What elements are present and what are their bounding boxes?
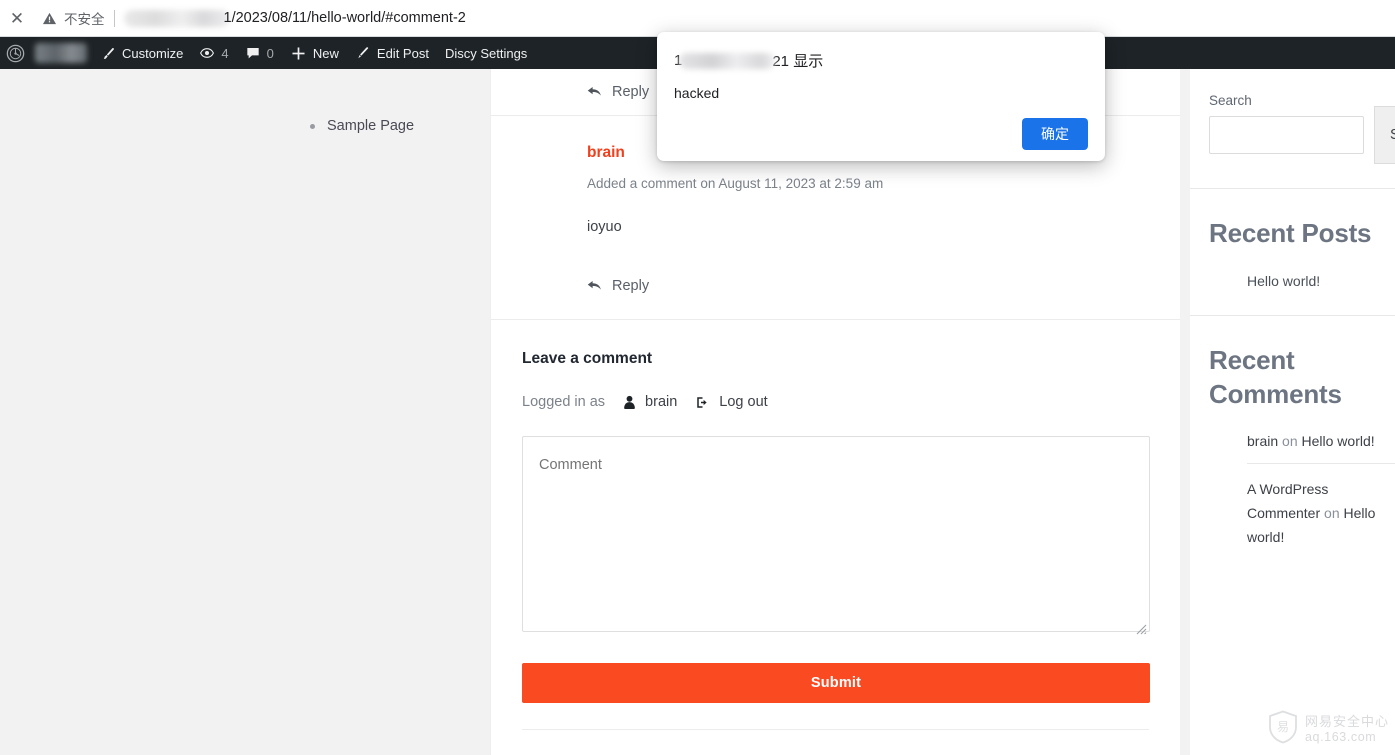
logout-icon — [695, 395, 710, 410]
admin-bar-label-edit-post: Edit Post — [376, 45, 429, 61]
post-footer-divider — [522, 729, 1149, 755]
dialog-ok-button[interactable]: 确定 — [1022, 118, 1088, 150]
admin-bar-label-customize: Customize — [122, 45, 184, 61]
bullet-icon — [310, 123, 315, 129]
recent-comments-title: Recent Comments — [1209, 344, 1342, 409]
recent-comment-author[interactable]: brain — [1247, 433, 1278, 449]
column-gap — [1180, 69, 1190, 755]
admin-bar-label-new: New — [312, 45, 339, 61]
admin-bar-item-new[interactable]: New — [282, 37, 347, 69]
watermark-text: 网易安全中心 aq.163.com — [1305, 714, 1389, 746]
user-avatar-icon — [623, 395, 636, 410]
close-icon[interactable]: ✕ — [0, 0, 34, 37]
main-content: Reply brain Added a comment on August 11… — [490, 69, 1180, 755]
admin-bar-site-name[interactable] — [29, 37, 93, 69]
submit-comment-button[interactable]: Submit — [522, 663, 1150, 703]
admin-bar-count-comments: 0 — [266, 45, 274, 61]
search-button[interactable]: Search — [1374, 106, 1395, 164]
search-row: Search — [1209, 106, 1395, 164]
search-input[interactable] — [1209, 116, 1364, 154]
left-nav-item-sample-page[interactable]: Sample Page — [310, 115, 490, 137]
url-field[interactable]: 1/2023/08/11/hello-world/#comment-2 — [123, 9, 466, 27]
left-nav-link-sample-page[interactable]: Sample Page — [327, 118, 414, 134]
leave-comment-section: Leave a comment Logged in as brain Log o… — [491, 319, 1180, 755]
watermark-en: aq.163.com — [1304, 729, 1377, 744]
dialog-title: 1 21 显示 — [674, 50, 1088, 71]
pencil-icon — [355, 45, 371, 61]
widget-recent-posts: Recent Posts Hello world! — [1190, 217, 1395, 289]
recent-comment-on: on — [1282, 433, 1298, 450]
netease-security-watermark: 易 网易安全中心 aq.163.com — [1268, 710, 1389, 749]
admin-bar-item-updates[interactable]: 4 — [191, 37, 236, 69]
widget-recent-comments: Recent Comments brain on Hello world! A … — [1190, 344, 1395, 564]
widget-divider-1 — [1190, 188, 1395, 189]
dialog-button-row: 确定 — [1022, 118, 1088, 150]
widget-search: Search Search — [1190, 69, 1395, 164]
admin-bar-item-discy-settings[interactable]: Discy Settings — [437, 37, 535, 69]
recent-comment-post[interactable]: Hello world! — [1302, 433, 1375, 449]
admin-bar-item-comments[interactable]: 0 — [237, 37, 282, 69]
comment-meta: Added a comment on August 11, 2023 at 2:… — [587, 176, 884, 191]
comment-text: ioyuo — [587, 219, 622, 235]
right-sidebar: Search Search Recent Posts Hello world! … — [1190, 69, 1395, 755]
reply-arrow-icon — [587, 279, 602, 294]
recent-post-link[interactable]: Hello world! — [1247, 273, 1395, 289]
left-nav-list: Sample Page — [310, 115, 490, 137]
recent-posts-title: Recent Posts — [1209, 218, 1372, 248]
page-body: Sample Page Reply brain Added a comment … — [0, 69, 1395, 755]
comment-textarea-wrapper — [522, 436, 1150, 637]
leave-comment-title: Leave a comment — [522, 350, 653, 367]
url-text: 1/2023/08/11/hello-world/#comment-2 — [223, 10, 466, 26]
wordpress-logo-icon[interactable] — [0, 37, 29, 69]
comment-textarea[interactable] — [522, 436, 1150, 632]
svg-text:易: 易 — [1277, 720, 1289, 734]
recent-comment-on: on — [1324, 505, 1340, 522]
list-item: A WordPress Commenter on Hello world! — [1247, 463, 1395, 563]
javascript-alert-dialog: 1 21 显示 hacked 确定 — [657, 32, 1105, 161]
security-status[interactable]: 不安全 — [42, 8, 105, 28]
dialog-host-redaction-blur — [679, 52, 776, 69]
admin-bar-item-edit-post[interactable]: Edit Post — [347, 37, 437, 69]
reply-action-comment[interactable]: Reply — [587, 263, 1150, 309]
recent-comments-list: brain on Hello world! A WordPress Commen… — [1247, 433, 1395, 563]
search-label: Search — [1209, 93, 1252, 108]
admin-bar-count-updates: 4 — [221, 45, 229, 61]
comment-bubble-icon — [245, 45, 261, 61]
plus-icon — [290, 45, 307, 62]
admin-bar-label-discy-settings: Discy Settings — [444, 45, 528, 61]
recent-posts-body: Hello world! — [1190, 273, 1395, 289]
url-redaction-blur — [123, 9, 230, 27]
list-item: brain on Hello world! — [1247, 433, 1395, 463]
reply-label-comment[interactable]: Reply — [612, 278, 649, 294]
security-label: 不安全 — [64, 12, 105, 27]
shield-yi-icon: 易 — [1268, 710, 1298, 749]
dialog-host-suffix: 21 显示 — [772, 53, 824, 70]
reply-label-top[interactable]: Reply — [612, 84, 649, 100]
paintbrush-icon — [101, 46, 116, 61]
site-name-redaction-blur — [35, 43, 87, 63]
recent-comments-body: brain on Hello world! A WordPress Commen… — [1190, 433, 1395, 563]
logged-in-as-label: Logged in as — [522, 394, 606, 410]
logged-in-row: Logged in as brain Log out — [522, 394, 1149, 410]
reply-arrow-icon — [587, 85, 602, 100]
dialog-message: hacked — [674, 85, 720, 101]
updates-icon — [199, 45, 215, 61]
url-divider — [113, 9, 115, 27]
widget-divider-2 — [1190, 314, 1395, 316]
logged-in-username[interactable]: brain — [645, 394, 677, 410]
left-sidebar: Sample Page — [0, 69, 490, 755]
watermark-cn: 网易安全中心 — [1304, 713, 1389, 729]
logout-link[interactable]: Log out — [719, 394, 767, 410]
recent-comment-author[interactable]: A WordPress Commenter — [1247, 481, 1328, 521]
warning-triangle-icon — [42, 11, 57, 26]
admin-bar-item-customize[interactable]: Customize — [93, 37, 191, 69]
